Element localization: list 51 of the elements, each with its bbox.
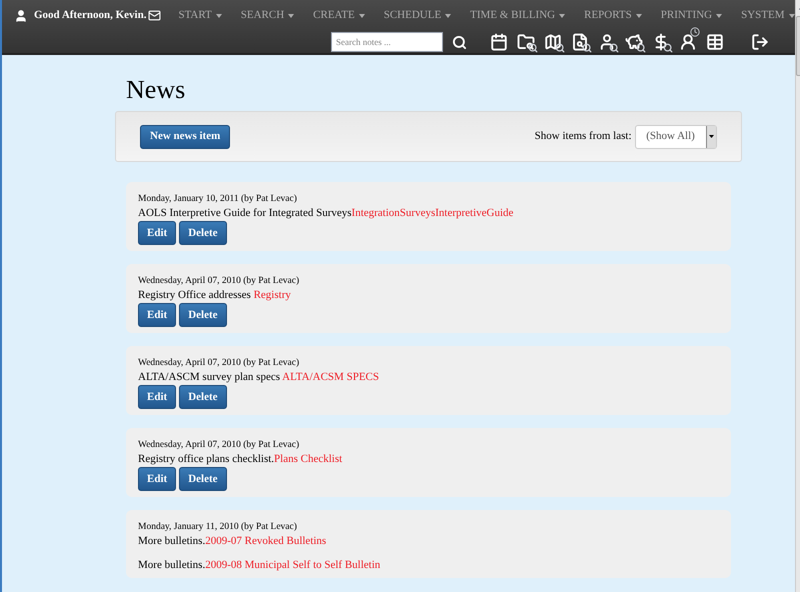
news-date-author: Wednesday, April 07, 2010 (by Pat Levac) (138, 357, 300, 370)
news-text: More bulletins.2009-07 Revoked Bulletins (138, 534, 328, 548)
edit-button[interactable]: Edit (138, 303, 176, 327)
delete-button[interactable]: Delete (179, 467, 226, 491)
menu-item[interactable]: SCHEDULE (384, 7, 452, 24)
news-text: AOLS Interpretive Guide for Integrated SurveysIntegrationSurveysInterpretiveGuide (138, 206, 514, 220)
caret-icon (358, 14, 365, 18)
caret-icon (288, 14, 294, 18)
edit-button[interactable]: Edit (138, 221, 176, 245)
search-icon[interactable] (452, 34, 467, 50)
news-link[interactable]: IntegrationSurveysInterpretiveGuide (352, 207, 514, 219)
news-link[interactable]: 2009-07 Revoked Bulletins (205, 535, 326, 547)
caret-icon (445, 14, 452, 18)
news-link[interactable]: Registry (254, 289, 291, 301)
edit-button[interactable]: Edit (138, 385, 176, 409)
dropdown-caret-icon (708, 135, 714, 138)
menu-item[interactable]: PRINTING (660, 7, 722, 24)
delete-button[interactable]: Delete (179, 221, 226, 245)
news-link[interactable]: Plans Checklist (274, 453, 342, 465)
news-text: ALTA/ASCM survey plan specs ALTA/ACSM SPECS (138, 370, 380, 384)
new-news-item-button[interactable]: New news item (140, 124, 230, 148)
menu-item[interactable]: REPORTS (584, 7, 642, 24)
caret-icon (559, 14, 566, 18)
caret-icon (788, 14, 794, 18)
news-text: Registry Office addresses Registry (138, 288, 292, 302)
menu-item[interactable]: START (178, 7, 222, 24)
menu-item[interactable]: TIME & BILLING (470, 7, 566, 24)
news-date-author: Wednesday, April 07, 2010 (by Pat Levac) (138, 275, 300, 288)
news-date-author: Wednesday, April 07, 2010 (by Pat Levac) (138, 439, 300, 452)
caret-icon (216, 14, 222, 18)
delete-button[interactable]: Delete (179, 385, 226, 409)
show-items-dropdown[interactable]: (Show All) (634, 124, 716, 148)
mail-icon[interactable] (147, 9, 162, 22)
page-title: News (126, 75, 186, 105)
news-date-author: Monday, January 10, 2011 (by Pat Levac) (138, 193, 298, 206)
news-text: More bulletins.2009-08 Municipal Self to Self Bulletin (138, 558, 382, 572)
menu-item[interactable]: SEARCH (240, 7, 294, 24)
search-notes-field[interactable]: Search notes ... (331, 32, 443, 52)
news-date-author: Monday, January 11, 2010 (by Pat Levac) (138, 521, 298, 534)
news-text: Registry office plans checklist.Plans Checklist (138, 452, 344, 466)
menu-item[interactable]: CREATE (313, 7, 365, 24)
menu-item[interactable]: SYSTEM (741, 7, 794, 24)
news-link[interactable]: ALTA/ACSM SPECS (282, 371, 379, 383)
news-link[interactable]: 2009-08 Municipal Self to Self Bulletin (205, 559, 380, 571)
filter-label: Show items from last: (534, 129, 632, 144)
edit-button[interactable]: Edit (138, 467, 176, 491)
caret-icon (636, 14, 642, 18)
delete-button[interactable]: Delete (179, 303, 226, 327)
greeting-text: Good Afternoon, Kevin. (34, 8, 146, 24)
caret-icon (716, 14, 722, 18)
user-icon (14, 8, 28, 22)
